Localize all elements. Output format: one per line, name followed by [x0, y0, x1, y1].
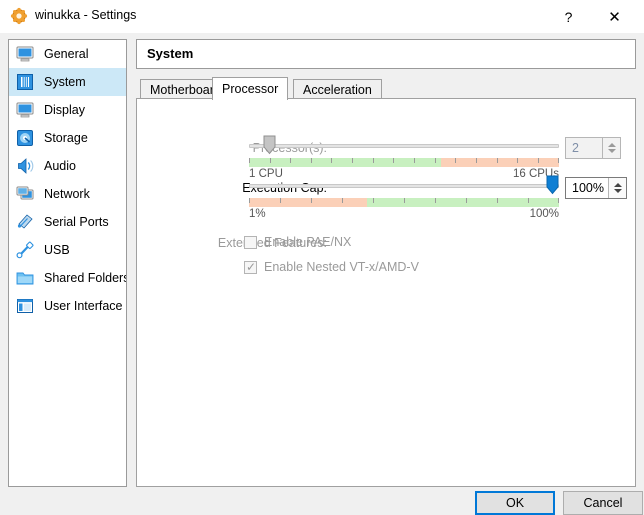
usb-icon	[16, 241, 34, 259]
execution-cap-slider[interactable]: 1% 100%	[249, 175, 560, 221]
checkbox-box[interactable]: ✓	[244, 259, 257, 274]
ok-button[interactable]: OK	[475, 491, 555, 515]
tab-bar[interactable]: Motherboard Processor Acceleration	[136, 77, 636, 100]
spin-up-icon[interactable]	[607, 143, 616, 147]
execution-cap-slider-groove[interactable]	[249, 184, 559, 188]
checkbox-label: Enable Nested VT-x/AMD-V	[264, 260, 419, 274]
tab-processor[interactable]: Processor	[212, 77, 289, 100]
network-icon	[16, 186, 34, 200]
folder-icon	[16, 272, 34, 285]
sidebar-item-user-interface[interactable]: User Interface	[9, 292, 126, 320]
page-header-panel: System	[136, 39, 636, 69]
processors-spinbox[interactable]: 2	[565, 137, 621, 159]
sidebar-item-label: System	[44, 75, 86, 89]
checkbox-box[interactable]	[244, 235, 257, 249]
virtualbox-icon	[10, 7, 28, 25]
sidebar-item-shared-folders[interactable]: Shared Folders	[9, 264, 126, 292]
sidebar-item-usb[interactable]: USB	[9, 236, 126, 264]
sidebar-item-label: Shared Folders	[44, 271, 127, 285]
page-title: System	[147, 46, 194, 61]
execution-cap-slider-handle[interactable]	[546, 175, 559, 195]
title-bar: winukka - Settings ? ✕	[0, 0, 644, 33]
settings-category-list[interactable]: General System Display Storage Audio Net…	[8, 39, 127, 487]
sidebar-item-label: Network	[44, 187, 90, 201]
sidebar-item-label: Serial Ports	[44, 215, 109, 229]
sidebar-item-serial-ports[interactable]: Serial Ports	[9, 208, 126, 236]
processors-spin-arrows[interactable]	[602, 138, 620, 158]
sidebar-item-display[interactable]: Display	[9, 96, 126, 124]
spin-down-icon[interactable]	[613, 189, 622, 193]
harddisk-icon	[17, 130, 33, 146]
sidebar-item-label: Storage	[44, 131, 88, 145]
checkbox-enable-nested-vtx[interactable]: ✓ Enable Nested VT-x/AMD-V	[244, 260, 419, 274]
user-interface-icon	[17, 299, 33, 313]
sidebar-item-label: Audio	[44, 159, 76, 173]
sidebar-item-label: Display	[44, 103, 85, 117]
close-icon[interactable]: ✕	[593, 0, 636, 33]
sidebar-item-network[interactable]: Network	[9, 180, 126, 208]
sidebar-item-audio[interactable]: Audio	[9, 152, 126, 180]
speaker-icon	[18, 158, 34, 174]
execution-cap-spin-arrows[interactable]	[608, 178, 626, 198]
execution-cap-spinbox[interactable]: 100%	[565, 177, 627, 199]
execution-cap-min-label: 1%	[249, 208, 266, 220]
processors-value: 2	[572, 141, 579, 155]
sidebar-item-label: User Interface	[44, 299, 123, 313]
processors-tickmarks	[249, 158, 560, 167]
checkbox-enable-pae-nx[interactable]: Enable PAE/NX	[244, 235, 351, 249]
execution-cap-max-label: 100%	[529, 208, 559, 220]
spin-down-icon[interactable]	[607, 149, 616, 153]
tab-acceleration[interactable]: Acceleration	[293, 79, 382, 99]
processors-slider-handle[interactable]	[263, 135, 276, 155]
sidebar-item-storage[interactable]: Storage	[9, 124, 126, 152]
chip-icon	[17, 74, 33, 90]
execution-cap-value: 100%	[572, 181, 604, 195]
checkbox-label: Enable PAE/NX	[264, 235, 352, 249]
sidebar-item-system[interactable]: System	[9, 68, 126, 96]
execution-cap-tickmarks	[249, 198, 560, 207]
monitor-icon	[16, 46, 34, 62]
processor-tab-panel: Processor(s): 1 CPU 16 CPUs 2 Execution …	[136, 98, 636, 487]
help-button[interactable]: ?	[547, 0, 590, 33]
sidebar-item-general[interactable]: General	[9, 40, 126, 68]
serial-port-icon	[17, 214, 33, 229]
checkmark-icon: ✓	[246, 259, 257, 274]
cancel-button[interactable]: Cancel	[563, 491, 643, 515]
sidebar-item-label: USB	[44, 243, 70, 257]
processors-slider-groove[interactable]	[249, 144, 559, 148]
spin-up-icon[interactable]	[613, 183, 622, 187]
display-icon	[16, 102, 34, 118]
dialog-body: General System Display Storage Audio Net…	[0, 33, 644, 515]
sidebar-item-label: General	[44, 47, 89, 61]
window-title: winukka - Settings	[35, 8, 137, 22]
